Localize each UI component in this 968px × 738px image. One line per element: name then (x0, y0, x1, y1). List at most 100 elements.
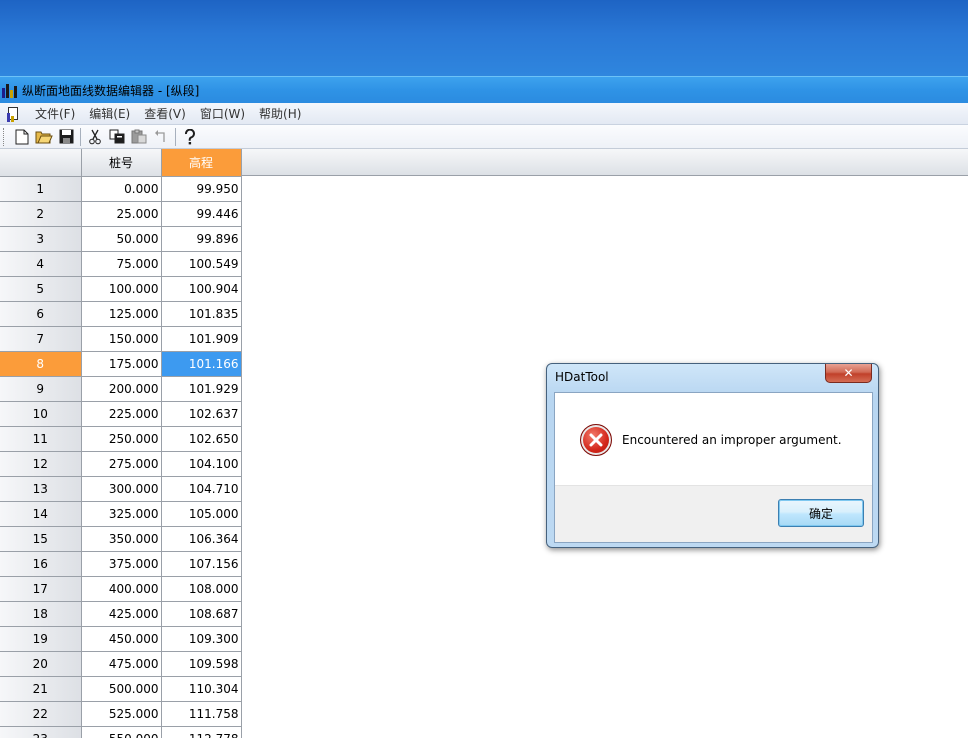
table-row[interactable]: 2 25.000 99.446 (0, 201, 242, 227)
toolbar-grip[interactable] (3, 127, 6, 146)
table-row[interactable]: 19 450.000 109.300 (0, 626, 242, 652)
elevation-cell[interactable]: 99.896 (161, 226, 242, 252)
station-cell[interactable]: 100.000 (81, 276, 162, 302)
row-header[interactable]: 8 (0, 351, 82, 377)
elevation-cell[interactable]: 108.687 (161, 601, 242, 627)
row-header[interactable]: 20 (0, 651, 82, 677)
table-row[interactable]: 7 150.000 101.909 (0, 326, 242, 352)
column-header-station[interactable]: 桩号 (81, 149, 162, 177)
table-row[interactable]: 20 475.000 109.598 (0, 651, 242, 677)
elevation-cell[interactable]: 101.166 (161, 351, 242, 377)
elevation-cell[interactable]: 104.710 (161, 476, 242, 502)
table-row[interactable]: 4 75.000 100.549 (0, 251, 242, 277)
elevation-cell[interactable]: 112.778 (161, 726, 242, 738)
document-icon[interactable] (6, 106, 22, 122)
undo-icon[interactable] (150, 126, 172, 148)
table-row[interactable]: 14 325.000 105.000 (0, 501, 242, 527)
table-row[interactable]: 11 250.000 102.650 (0, 426, 242, 452)
station-cell[interactable]: 0.000 (81, 176, 162, 202)
row-header[interactable]: 1 (0, 176, 82, 202)
table-row[interactable]: 9 200.000 101.929 (0, 376, 242, 402)
elevation-cell[interactable]: 109.598 (161, 651, 242, 677)
elevation-cell[interactable]: 99.950 (161, 176, 242, 202)
table-row[interactable]: 3 50.000 99.896 (0, 226, 242, 252)
station-cell[interactable]: 25.000 (81, 201, 162, 227)
row-header[interactable]: 3 (0, 226, 82, 252)
row-header[interactable]: 7 (0, 326, 82, 352)
station-cell[interactable]: 350.000 (81, 526, 162, 552)
row-header[interactable]: 13 (0, 476, 82, 502)
row-header[interactable]: 23 (0, 726, 82, 738)
open-icon[interactable] (33, 126, 55, 148)
station-cell[interactable]: 325.000 (81, 501, 162, 527)
station-cell[interactable]: 400.000 (81, 576, 162, 602)
station-cell[interactable]: 50.000 (81, 226, 162, 252)
table-row[interactable]: 16 375.000 107.156 (0, 551, 242, 577)
station-cell[interactable]: 475.000 (81, 651, 162, 677)
row-header[interactable]: 9 (0, 376, 82, 402)
station-cell[interactable]: 500.000 (81, 676, 162, 702)
station-cell[interactable]: 375.000 (81, 551, 162, 577)
row-header[interactable]: 19 (0, 626, 82, 652)
station-cell[interactable]: 450.000 (81, 626, 162, 652)
station-cell[interactable]: 225.000 (81, 401, 162, 427)
station-cell[interactable]: 75.000 (81, 251, 162, 277)
row-header[interactable]: 12 (0, 451, 82, 477)
elevation-cell[interactable]: 105.000 (161, 501, 242, 527)
row-header[interactable]: 11 (0, 426, 82, 452)
table-row[interactable]: 10 225.000 102.637 (0, 401, 242, 427)
menu-view[interactable]: 查看(V) (137, 104, 193, 124)
station-cell[interactable]: 275.000 (81, 451, 162, 477)
row-header[interactable]: 4 (0, 251, 82, 277)
close-button[interactable]: ✕ (825, 364, 872, 383)
row-header[interactable]: 17 (0, 576, 82, 602)
row-header[interactable]: 22 (0, 701, 82, 727)
station-cell[interactable]: 525.000 (81, 701, 162, 727)
row-header[interactable]: 10 (0, 401, 82, 427)
station-cell[interactable]: 150.000 (81, 326, 162, 352)
paste-icon[interactable] (128, 126, 150, 148)
station-cell[interactable]: 175.000 (81, 351, 162, 377)
elevation-cell[interactable]: 104.100 (161, 451, 242, 477)
elevation-cell[interactable]: 107.156 (161, 551, 242, 577)
row-header[interactable]: 2 (0, 201, 82, 227)
table-row[interactable]: 5 100.000 100.904 (0, 276, 242, 302)
station-cell[interactable]: 300.000 (81, 476, 162, 502)
row-header[interactable]: 16 (0, 551, 82, 577)
grid-corner[interactable] (0, 149, 82, 177)
elevation-cell[interactable]: 101.929 (161, 376, 242, 402)
menu-window[interactable]: 窗口(W) (193, 104, 252, 124)
ok-button[interactable]: 确定 (778, 499, 864, 527)
table-row[interactable]: 23550.000112.778 (0, 726, 242, 738)
elevation-cell[interactable]: 99.446 (161, 201, 242, 227)
table-row[interactable]: 13 300.000 104.710 (0, 476, 242, 502)
table-row[interactable]: 17 400.000 108.000 (0, 576, 242, 602)
table-row[interactable]: 8 175.000 101.166 (0, 351, 242, 377)
table-row[interactable]: 1 0.000 99.950 (0, 176, 242, 202)
copy-icon[interactable] (106, 126, 128, 148)
elevation-cell[interactable]: 108.000 (161, 576, 242, 602)
row-header[interactable]: 18 (0, 601, 82, 627)
table-row[interactable]: 18 425.000 108.687 (0, 601, 242, 627)
row-header[interactable]: 21 (0, 676, 82, 702)
elevation-cell[interactable]: 110.304 (161, 676, 242, 702)
table-row[interactable]: 15 350.000 106.364 (0, 526, 242, 552)
row-header[interactable]: 5 (0, 276, 82, 302)
elevation-cell[interactable]: 109.300 (161, 626, 242, 652)
menu-file[interactable]: 文件(F) (28, 104, 82, 124)
row-header[interactable]: 14 (0, 501, 82, 527)
table-row[interactable]: 12 275.000 104.100 (0, 451, 242, 477)
row-header[interactable]: 15 (0, 526, 82, 552)
station-cell[interactable]: 200.000 (81, 376, 162, 402)
elevation-cell[interactable]: 111.758 (161, 701, 242, 727)
table-row[interactable]: 6 125.000 101.835 (0, 301, 242, 327)
new-icon[interactable] (11, 126, 33, 148)
table-row[interactable]: 21 500.000 110.304 (0, 676, 242, 702)
elevation-cell[interactable]: 102.650 (161, 426, 242, 452)
cut-icon[interactable] (84, 126, 106, 148)
menu-help[interactable]: 帮助(H) (252, 104, 308, 124)
row-header[interactable]: 6 (0, 301, 82, 327)
column-header-elevation[interactable]: 高程 (161, 149, 242, 177)
elevation-cell[interactable]: 101.909 (161, 326, 242, 352)
table-row[interactable]: 22 525.000 111.758 (0, 701, 242, 727)
